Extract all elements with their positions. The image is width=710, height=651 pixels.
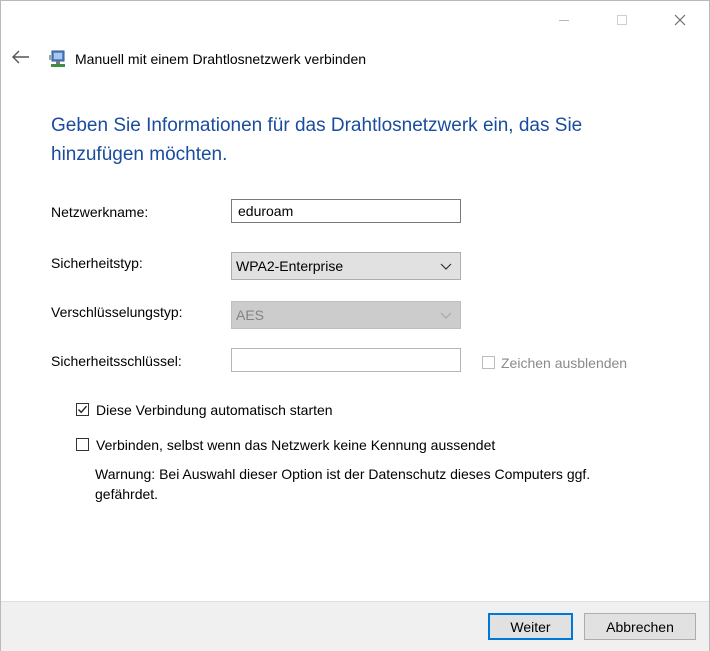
next-button[interactable]: Weiter	[488, 613, 573, 640]
encryption-type-value: AES	[236, 307, 265, 323]
encryption-type-label: Verschlüsselungstyp:	[51, 304, 183, 320]
connect-hidden-label[interactable]: Verbinden, selbst wenn das Netzwerk kein…	[96, 437, 495, 453]
minimize-icon	[559, 19, 569, 21]
dialog-title: Manuell mit einem Drahtlosnetzwerk verbi…	[75, 51, 367, 67]
security-key-label: Sicherheitsschlüssel:	[51, 353, 182, 369]
maximize-icon	[617, 15, 627, 25]
encryption-type-select: AES	[231, 301, 461, 329]
checkmark-icon	[77, 405, 88, 414]
close-button[interactable]	[651, 1, 709, 39]
back-arrow-icon	[12, 50, 29, 64]
dialog-window: Manuell mit einem Drahtlosnetzwerk verbi…	[0, 0, 710, 651]
close-icon	[674, 14, 686, 26]
security-type-label: Sicherheitstyp:	[51, 255, 143, 271]
page-heading: Geben Sie Informationen für das Drahtlos…	[51, 115, 583, 165]
network-name-label: Netzwerkname:	[51, 204, 149, 220]
hide-characters-label: Zeichen ausblenden	[501, 355, 628, 371]
dialog-footer: Weiter Abbrechen	[1, 601, 709, 651]
auto-start-label[interactable]: Diese Verbindung automatisch starten	[96, 402, 333, 418]
connect-hidden-checkbox[interactable]	[76, 438, 89, 451]
cancel-button[interactable]: Abbrechen	[584, 613, 696, 640]
back-button[interactable]	[9, 45, 33, 69]
security-key-input[interactable]	[231, 348, 461, 372]
privacy-warning: Warnung: Bei Auswahl dieser Option ist d…	[95, 466, 591, 502]
security-type-select[interactable]: WPA2-Enterprise	[231, 252, 461, 280]
chevron-down-icon	[440, 312, 452, 319]
hide-characters-checkbox	[482, 356, 495, 369]
chevron-down-icon	[440, 263, 452, 270]
security-type-value: WPA2-Enterprise	[236, 258, 344, 274]
maximize-button[interactable]	[593, 1, 651, 39]
auto-start-checkbox[interactable]	[76, 403, 89, 416]
network-icon	[49, 50, 65, 67]
minimize-button[interactable]	[535, 1, 593, 39]
dialog-header: Manuell mit einem Drahtlosnetzwerk verbi…	[1, 41, 709, 79]
title-bar	[1, 1, 709, 39]
network-name-input[interactable]	[231, 199, 461, 223]
